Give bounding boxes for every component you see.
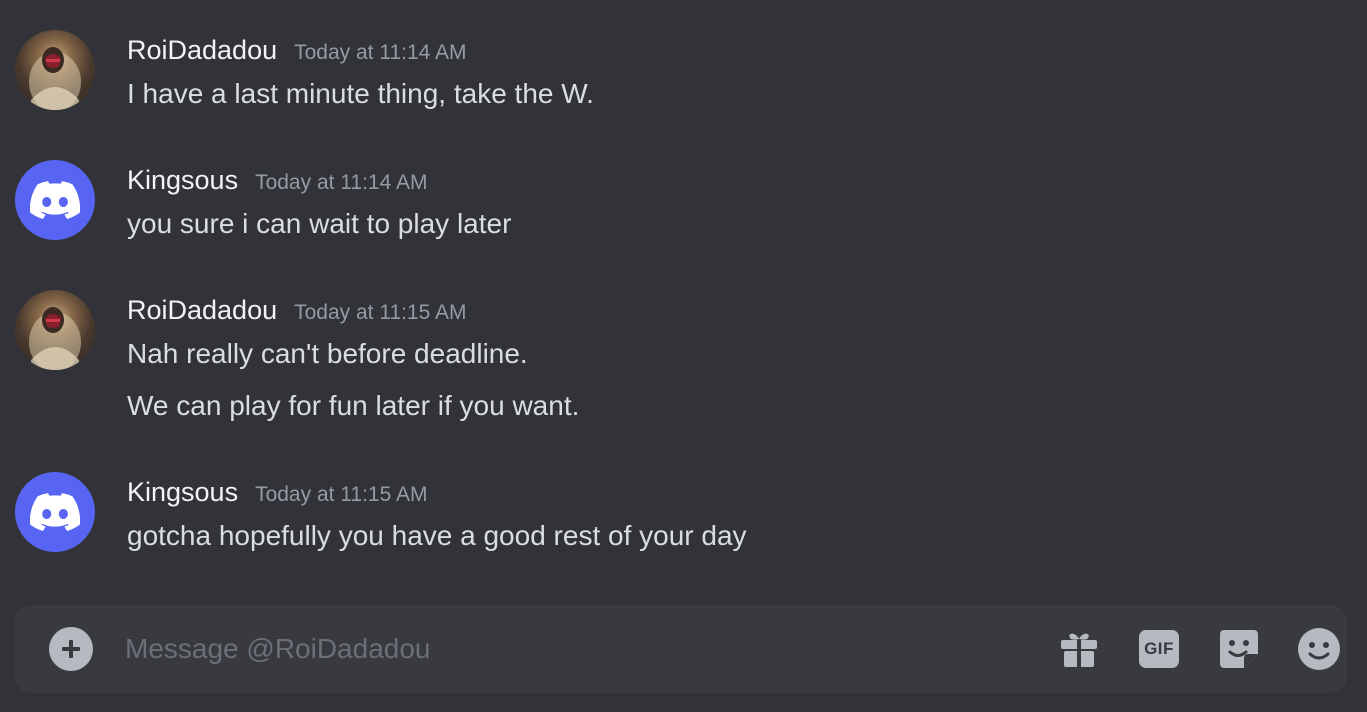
profile-art-icon: [29, 47, 81, 110]
gift-icon: [1061, 633, 1097, 667]
username[interactable]: RoiDadadou: [127, 30, 277, 70]
chat-window: RoiDadadou Today at 11:14 AM I have a la…: [0, 0, 1367, 712]
message-text: gotcha hopefully you have a good rest of…: [127, 520, 747, 551]
message-composer: GIF: [15, 605, 1347, 693]
message-text: you sure i can wait to play later: [127, 208, 512, 239]
timestamp[interactable]: Today at 11:14 AM: [294, 33, 466, 73]
profile-art-avatar[interactable]: [15, 30, 95, 110]
discord-logo-avatar[interactable]: [15, 160, 95, 240]
gift-button[interactable]: [1057, 627, 1101, 671]
gif-button[interactable]: GIF: [1137, 627, 1181, 671]
message-text: Nah really can't before deadline.: [127, 338, 528, 369]
username[interactable]: RoiDadadou: [127, 290, 277, 330]
sticker-icon: [1220, 630, 1258, 668]
username[interactable]: Kingsous: [127, 472, 238, 512]
message-text: We can play for fun later if you want.: [127, 390, 580, 421]
discord-logo-avatar[interactable]: [15, 472, 95, 552]
discord-logo-icon: [30, 493, 80, 531]
username[interactable]: Kingsous: [127, 160, 238, 200]
gif-icon: GIF: [1139, 630, 1179, 668]
message-header: RoiDadadou Today at 11:14 AM: [127, 30, 467, 70]
timestamp[interactable]: Today at 11:14 AM: [255, 163, 427, 203]
sticker-button[interactable]: [1217, 627, 1261, 671]
profile-art-avatar[interactable]: [15, 290, 95, 370]
timestamp[interactable]: Today at 11:15 AM: [255, 475, 427, 515]
emoji-button[interactable]: [1297, 627, 1341, 671]
message-header: Kingsous Today at 11:15 AM: [127, 472, 427, 512]
message-text: I have a last minute thing, take the W.: [127, 78, 594, 109]
message-input[interactable]: [125, 627, 1025, 671]
emoji-icon: [1298, 628, 1340, 670]
upload-button[interactable]: [49, 627, 93, 671]
plus-circle-icon: [62, 640, 80, 658]
timestamp[interactable]: Today at 11:15 AM: [294, 293, 466, 333]
message-header: RoiDadadou Today at 11:15 AM: [127, 290, 467, 330]
message-header: Kingsous Today at 11:14 AM: [127, 160, 427, 200]
profile-art-icon: [29, 307, 81, 370]
discord-logo-icon: [30, 181, 80, 219]
